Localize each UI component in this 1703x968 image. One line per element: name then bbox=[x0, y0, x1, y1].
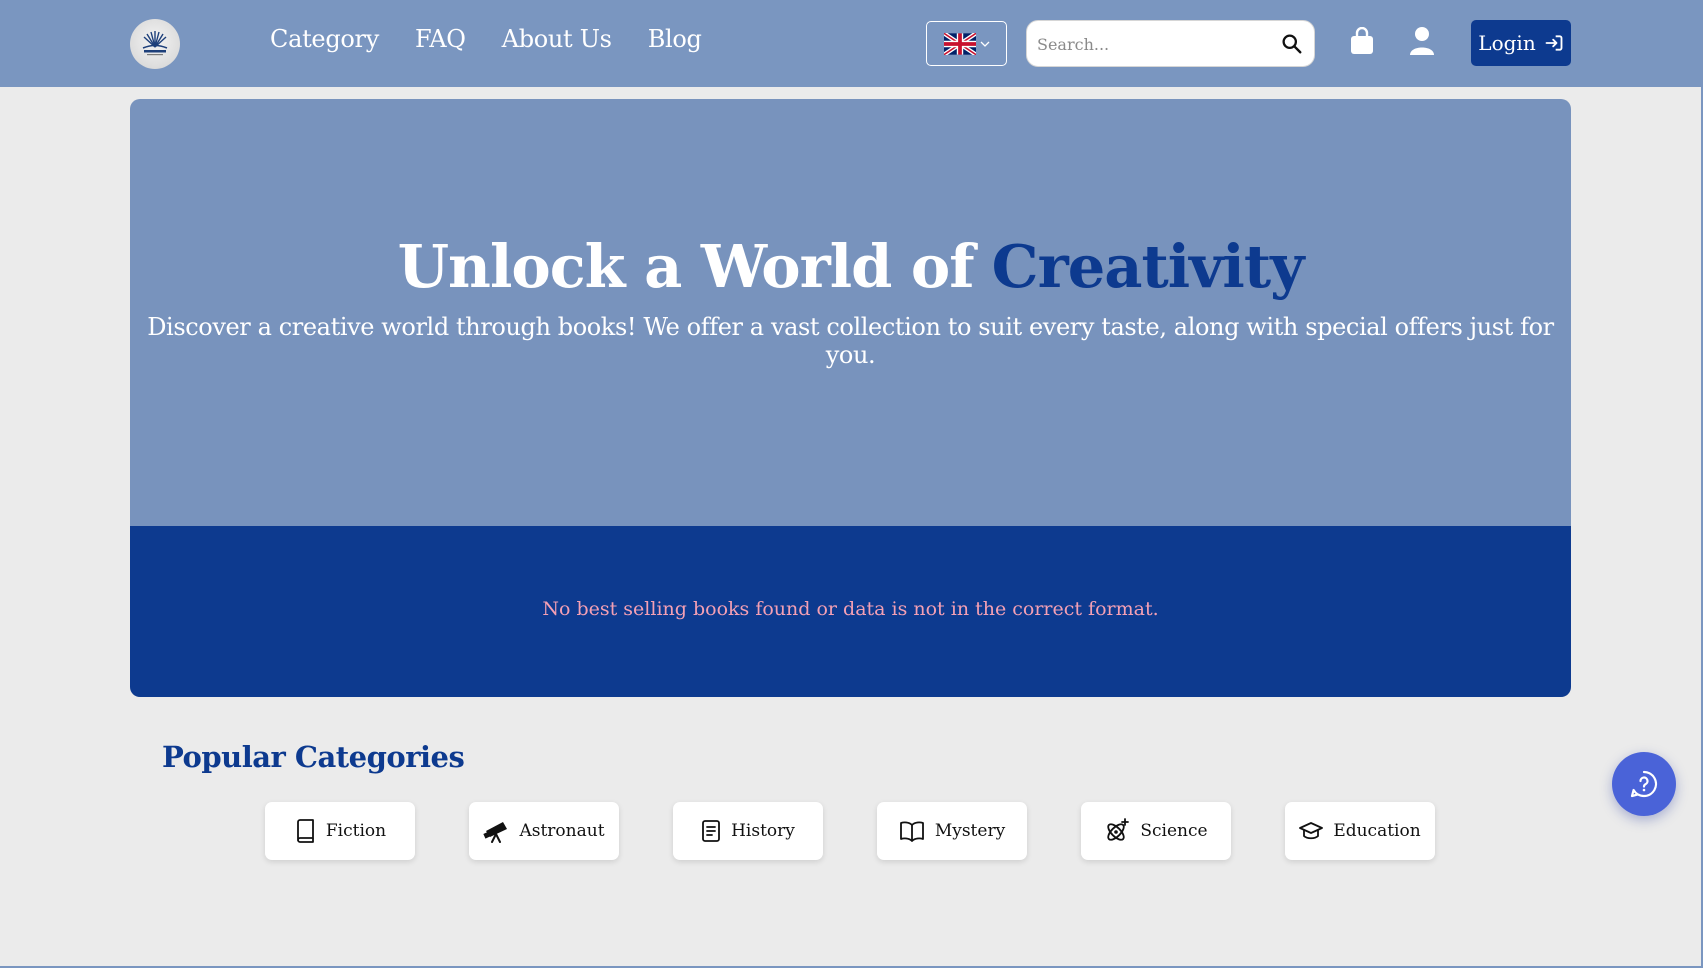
best-sellers-panel: No best selling books found or data is n… bbox=[130, 526, 1571, 697]
category-card-astronaut[interactable]: Astronaut bbox=[469, 802, 619, 860]
best-sellers-empty-message: No best selling books found or data is n… bbox=[542, 598, 1159, 620]
category-label: Education bbox=[1333, 821, 1421, 841]
search-input[interactable] bbox=[1037, 29, 1267, 59]
search-box bbox=[1026, 20, 1315, 67]
nav-link-about-us[interactable]: About Us bbox=[502, 25, 612, 53]
hero-banner: Unlock a World of Creativity Discover a c… bbox=[130, 99, 1571, 697]
nav-link-faq[interactable]: FAQ bbox=[415, 25, 466, 53]
category-label: Fiction bbox=[325, 821, 387, 841]
category-label: Astronaut bbox=[519, 821, 605, 841]
category-card-education[interactable]: Education bbox=[1285, 802, 1435, 860]
category-label: Science bbox=[1140, 821, 1208, 841]
telescope-icon bbox=[483, 822, 508, 843]
nav-link-category[interactable]: Category bbox=[270, 25, 379, 53]
login-button[interactable]: Login bbox=[1471, 20, 1571, 66]
atom-icon bbox=[1107, 818, 1130, 841]
nav-link-blog[interactable]: Blog bbox=[648, 25, 702, 53]
hero-title: Unlock a World of Creativity bbox=[130, 232, 1571, 301]
hero-title-accent: Creativity bbox=[991, 232, 1305, 301]
language-selector[interactable] bbox=[926, 21, 1007, 66]
category-card-fiction[interactable]: Fiction bbox=[265, 802, 415, 860]
category-label: History bbox=[731, 821, 795, 841]
logo-icon bbox=[142, 31, 168, 56]
category-card-history[interactable]: History bbox=[673, 802, 823, 860]
category-card-mystery[interactable]: Mystery bbox=[877, 802, 1027, 860]
login-arrow-icon bbox=[1545, 35, 1563, 51]
category-label: Mystery bbox=[934, 821, 1006, 841]
chevron-down-icon bbox=[980, 41, 989, 47]
graduation-cap-icon bbox=[1299, 822, 1324, 840]
category-card-science[interactable]: Science bbox=[1081, 802, 1231, 860]
hero-subtitle: Discover a creative world through books!… bbox=[147, 313, 1554, 369]
book-icon bbox=[296, 819, 314, 843]
popular-categories-title: Popular Categories bbox=[162, 740, 465, 774]
hero-top-panel: Unlock a World of Creativity Discover a c… bbox=[130, 99, 1571, 526]
uk-flag-icon bbox=[943, 32, 976, 55]
open-book-icon bbox=[899, 821, 924, 842]
main-nav: Category FAQ About Us Blog bbox=[270, 25, 738, 53]
document-icon bbox=[702, 820, 720, 842]
help-chat-button[interactable] bbox=[1612, 752, 1676, 816]
user-icon[interactable] bbox=[1409, 26, 1435, 60]
shopping-bag-icon[interactable] bbox=[1349, 26, 1375, 59]
page: Category FAQ About Us Blog Search... Log… bbox=[0, 0, 1703, 968]
hero-title-main: Unlock a World of bbox=[397, 232, 975, 301]
brand-logo[interactable] bbox=[130, 19, 180, 69]
search-icon[interactable] bbox=[1281, 33, 1302, 58]
chat-question-icon bbox=[1630, 770, 1658, 798]
top-navbar: Category FAQ About Us Blog Search... Log… bbox=[0, 0, 1701, 87]
login-button-label: Login bbox=[1478, 31, 1536, 55]
